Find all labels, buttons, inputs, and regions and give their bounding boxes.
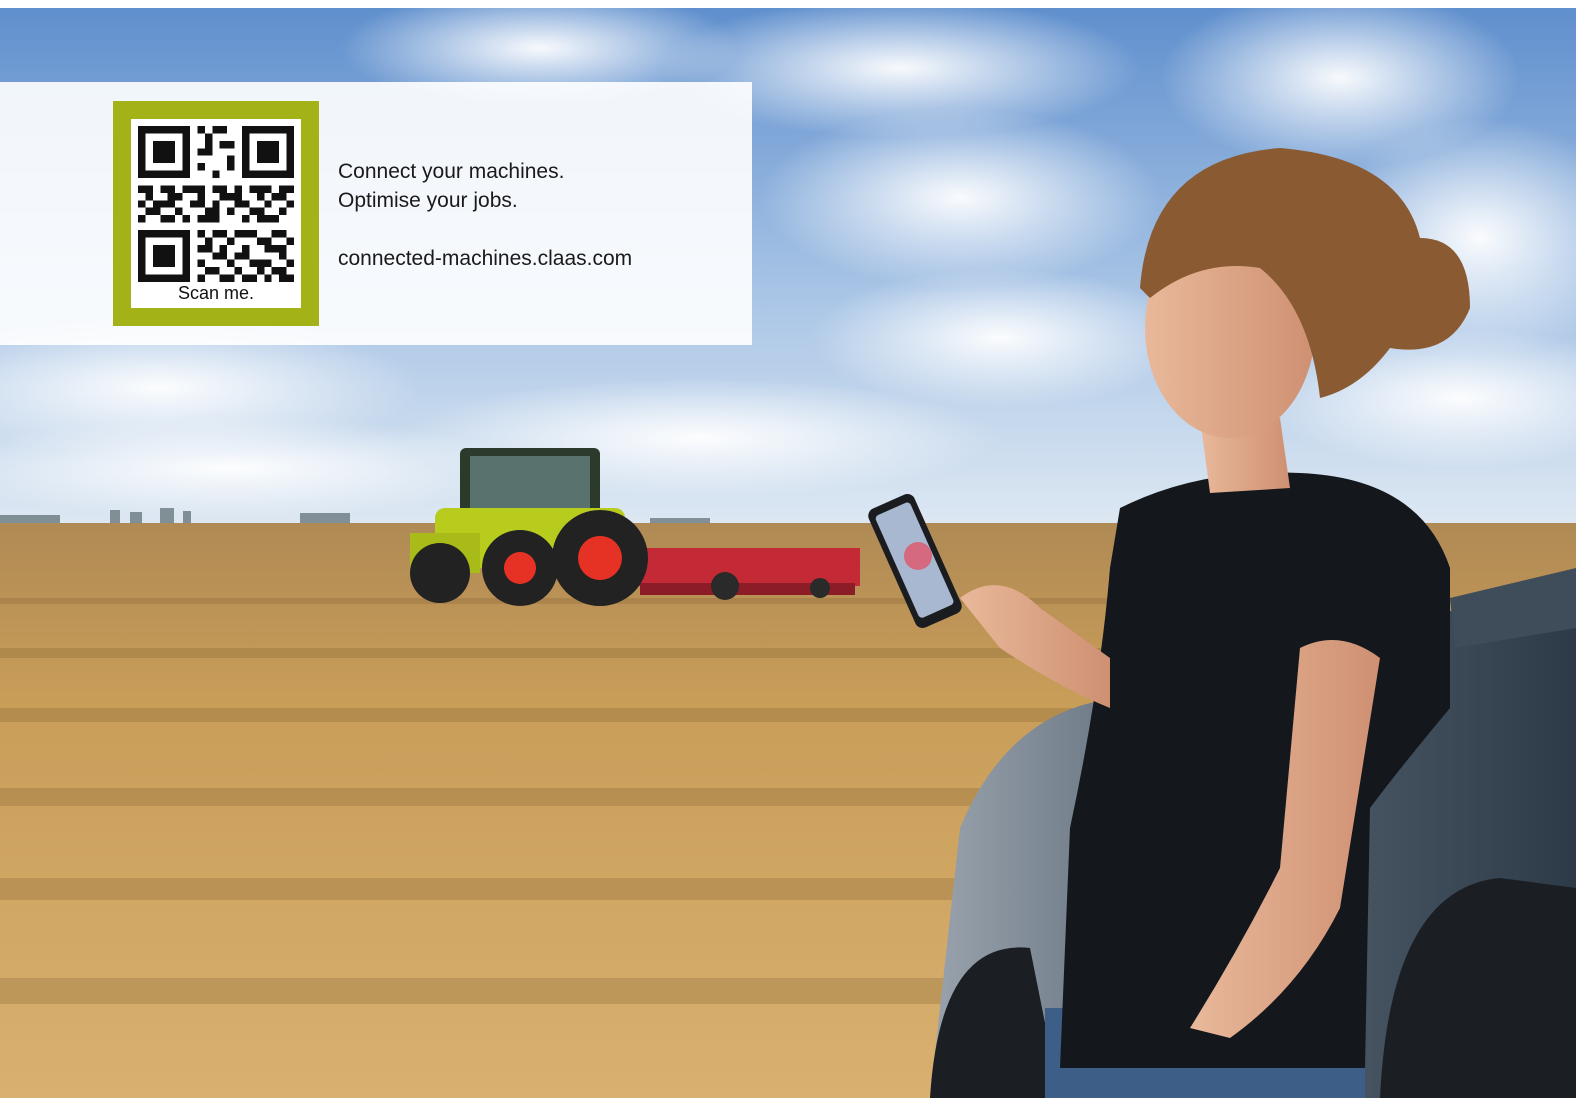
promo-text-block: Connect your machines. Optimise your job… [338,157,738,273]
red-cultivator [635,548,860,600]
headline-line-1: Connect your machines. [338,160,565,183]
qr-code-card: Scan me. [131,119,301,308]
promo-url-link[interactable]: connected-machines.claas.com [338,244,738,273]
qr-code-icon[interactable] [138,126,294,282]
promo-banner: Scan me. Connect your machines. Optimise… [0,82,752,345]
headline-line-2: Optimise your jobs. [338,189,518,212]
qr-caption: Scan me. [177,283,255,303]
qr-code-frame[interactable]: Scan me. [113,101,319,326]
